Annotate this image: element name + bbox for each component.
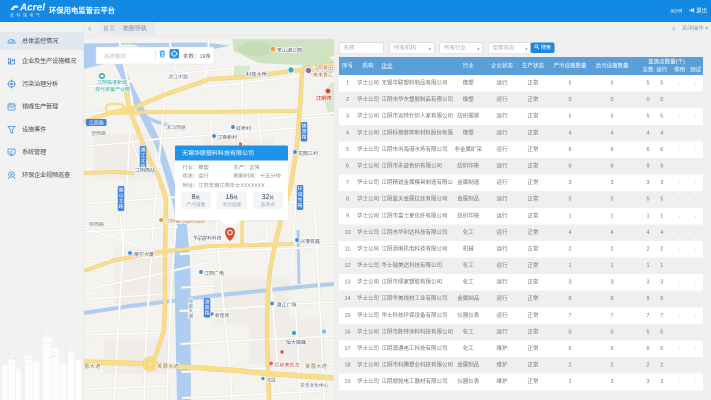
svg-text:路: 路 [119,204,124,210]
svg-text:监测点: 监测点 [261,202,276,208]
svg-text:名称查找: 名称查找 [104,53,126,60]
svg-text:条数：19条: 条数：19条 [183,53,211,60]
svg-text:虹桥村: 虹桥村 [236,126,251,132]
svg-text:现代装备产业园: 现代装备产业园 [95,87,130,93]
svg-text:滨江西路: 滨江西路 [166,125,186,131]
svg-text:江阴广电: 江阴广电 [204,271,224,277]
svg-text:芙蓉大道: 芙蓉大道 [157,363,179,370]
svg-text:红星美凯龙: 红星美凯龙 [275,362,300,368]
svg-text:科技大桥: 科技大桥 [246,72,267,78]
svg-text:产污设施: 产污设施 [186,202,205,208]
svg-text:花园三村: 花园三村 [298,151,318,157]
svg-text:澄江广场: 澄江广场 [277,302,297,308]
svg-text:江阴临港新城: 江阴临港新城 [97,80,127,86]
svg-text:无锡华联塑料科技有限公司: 无锡华联塑料科技有限公司 [182,150,254,157]
svg-text:路: 路 [298,203,303,209]
svg-text:刷新时间：十五分钟: 刷新时间：十五分钟 [234,173,281,179]
svg-text:天华文化中心: 天华文化中心 [300,383,329,389]
svg-text:高来食汇: 高来食汇 [313,72,333,78]
svg-text:望西路: 望西路 [91,131,106,137]
svg-text:恒大御峰: 恒大御峰 [286,340,306,346]
svg-text:摩尔大厦: 摩尔大厦 [134,252,154,258]
svg-text:江阴西站: 江阴西站 [135,168,155,174]
svg-text:行业：橡塑: 行业：橡塑 [183,165,209,171]
svg-text:地址：江苏无锡江阴华士XXXXXXX: 地址：江苏无锡江阴华士XXXXXXX [183,183,265,189]
svg-text:江阴黄田港: 江阴黄田港 [313,65,334,71]
svg-text:治污设施: 治污设施 [222,202,241,208]
svg-text:陵南大道: 陵南大道 [187,299,193,318]
svg-text:芙蓉大道: 芙蓉大道 [305,363,327,370]
svg-text:芙山湖公园: 芙山湖公园 [277,48,302,54]
svg-text:新佳苑: 新佳苑 [215,313,230,319]
svg-text:状态：运行: 状态：运行 [183,173,209,179]
svg-text:路: 路 [302,134,307,140]
svg-text:北区: 北区 [267,378,277,384]
svg-text:路: 路 [205,310,210,316]
svg-text:江西路: 江西路 [89,120,104,126]
svg-text:牛桥: 牛桥 [197,237,206,242]
svg-text:缪西路: 缪西路 [89,222,104,228]
svg-text:江阴市: 江阴市 [316,95,332,102]
svg-text:江锋新村: 江锋新村 [217,135,237,141]
svg-text:兴澄名庭: 兴澄名庭 [300,239,320,245]
svg-text:生产：正常: 生产：正常 [234,165,260,171]
svg-text:蓉大道: 蓉大道 [84,363,101,370]
svg-text:滨江中路: 滨江中路 [168,74,188,80]
